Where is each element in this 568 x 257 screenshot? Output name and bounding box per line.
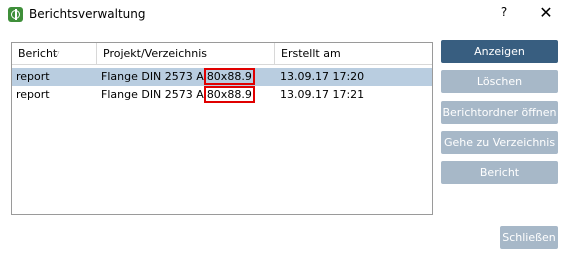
- highlight-box: 80x88.9: [203, 86, 255, 103]
- cell-projekt: Flange DIN 2573 A 80x88.9: [97, 68, 275, 86]
- sort-indicator-icon: ▽: [54, 50, 60, 58]
- report-table[interactable]: Bericht ▽ Projekt/Verzeichnis Erstellt a…: [11, 42, 433, 215]
- cell-erstellt: 13.09.17 17:21: [280, 88, 365, 101]
- app-icon: [8, 7, 23, 22]
- bericht-importieren-button[interactable]: Bericht importieren...: [441, 161, 558, 202]
- table-row[interactable]: report Flange DIN 2573 A 80x88.9 13.09.17…: [12, 68, 432, 86]
- cell-bericht: report: [16, 88, 50, 101]
- cell-bericht: report: [16, 70, 50, 83]
- cell-erstellt: 13.09.17 17:20: [280, 70, 365, 83]
- column-header-erstellt[interactable]: Erstellt am: [275, 43, 432, 65]
- close-icon[interactable]: ✕: [537, 4, 555, 22]
- column-header-projekt[interactable]: Projekt/Verzeichnis: [97, 43, 275, 65]
- window-title: Berichtsverwaltung: [29, 7, 146, 21]
- schliessen-button[interactable]: Schließen: [500, 226, 558, 249]
- gehe-zu-verzeichnis-button[interactable]: Gehe zu Verzeichnis: [441, 131, 558, 154]
- berichtordner-oeffnen-button[interactable]: Berichtordner öffnen: [441, 101, 558, 124]
- cell-projekt: Flange DIN 2573 A 80x88.9: [97, 86, 275, 104]
- table-row[interactable]: report Flange DIN 2573 A 80x88.9 13.09.17…: [12, 86, 432, 104]
- help-button[interactable]: ?: [496, 5, 512, 23]
- column-header-bericht[interactable]: Bericht ▽: [12, 43, 97, 65]
- loeschen-button[interactable]: Löschen: [441, 70, 558, 93]
- highlight-box: 80x88.9: [203, 68, 255, 85]
- title-bar: Berichtsverwaltung ? ✕: [0, 0, 568, 30]
- table-header: Bericht ▽ Projekt/Verzeichnis Erstellt a…: [12, 43, 432, 65]
- anzeigen-button[interactable]: Anzeigen: [441, 40, 558, 63]
